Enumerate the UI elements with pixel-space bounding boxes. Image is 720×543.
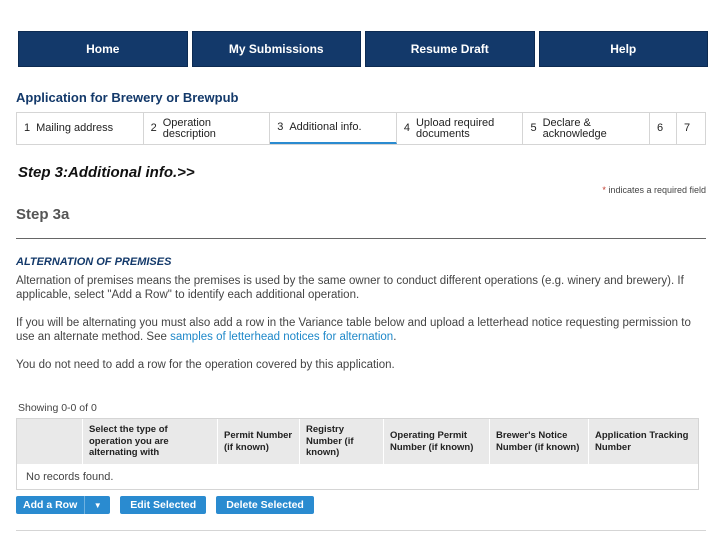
step-number: 2 [150, 122, 157, 134]
nav-help-button[interactable]: Help [538, 31, 708, 67]
alternation-table: Select the type of operation you are alt… [16, 418, 699, 490]
step-5-declare-acknowledge[interactable]: 5 Declare & acknowledge [523, 113, 651, 144]
step-number: 5 [530, 122, 537, 134]
step-label: Upload required documents [415, 116, 495, 140]
delete-selected-button[interactable]: Delete Selected [216, 496, 314, 514]
bottom-divider [16, 530, 706, 531]
section-title: ALTERNATION OF PREMISES [16, 256, 172, 268]
add-row-split-button: Add a Row ▼ [16, 496, 111, 514]
step-indicator: 1 Mailing address 2 Operation descriptio… [16, 112, 706, 145]
step-heading: Step 3:Additional info.>> [18, 164, 195, 181]
required-star: * [602, 185, 606, 195]
table-header: Select the type of operation you are alt… [17, 419, 698, 464]
step-number: 6 [657, 122, 664, 134]
alternation-instructions: If you will be alternating you must also… [16, 316, 696, 344]
step-2-operation-description[interactable]: 2 Operation description [144, 113, 271, 144]
table-actions: Add a Row ▼ Edit Selected Delete Selecte… [16, 496, 314, 514]
step-number: 4 [403, 122, 410, 134]
empty-table-message: No records found. [26, 470, 114, 483]
add-row-button[interactable]: Add a Row [16, 496, 84, 514]
application-title: Application for Brewery or Brewpub [16, 90, 239, 105]
column-header-brewers-notice-number[interactable]: Brewer's Notice Number (if known) [490, 419, 589, 464]
step-label: Mailing address [36, 122, 114, 134]
step-number: 1 [24, 122, 31, 134]
edit-selected-button[interactable]: Edit Selected [120, 496, 207, 514]
column-header-registry-number[interactable]: Registry Number (if known) [300, 419, 384, 464]
chevron-down-icon[interactable]: ▼ [84, 496, 110, 514]
step-label: Additional info. [289, 121, 362, 133]
sub-step-heading: Step 3a [16, 206, 70, 223]
alternation-description: Alternation of premises means the premis… [16, 275, 684, 301]
records-count: Showing 0-0 of 0 [18, 402, 97, 414]
nav-my-submissions-button[interactable]: My Submissions [191, 31, 361, 67]
required-field-note: * indicates a required field [602, 185, 706, 195]
column-header-application-tracking-number[interactable]: Application Tracking Number [589, 419, 698, 464]
column-header-operating-permit-number[interactable]: Operating Permit Number (if known) [384, 419, 490, 464]
nav-home-button[interactable]: Home [18, 31, 188, 67]
no-row-needed-note: You do not need to add a row for the ope… [16, 359, 395, 371]
nav-resume-draft-button[interactable]: Resume Draft [365, 31, 535, 67]
step-7[interactable]: 7 [677, 113, 705, 144]
step-number: 3 [277, 121, 284, 133]
step-6[interactable]: 6 [650, 113, 678, 144]
step-number: 7 [684, 122, 691, 134]
column-header-permit-number[interactable]: Permit Number (if known) [218, 419, 300, 464]
section-divider [16, 238, 706, 239]
step-label: Declare & acknowledge [542, 116, 607, 140]
top-navigation: Home My Submissions Resume Draft Help [18, 31, 708, 67]
instructions-end: . [393, 331, 397, 343]
step-label: Operation description [162, 116, 216, 140]
letterhead-samples-link[interactable]: samples of letterhead notices for altern… [170, 331, 393, 343]
column-header-operation-type[interactable]: Select the type of operation you are alt… [83, 419, 218, 464]
select-column-header [17, 419, 83, 464]
step-3-additional-info[interactable]: 3 Additional info. [270, 113, 397, 144]
step-4-upload-documents[interactable]: 4 Upload required documents [397, 113, 524, 144]
required-note-text: indicates a required field [608, 185, 706, 195]
step-1-mailing-address[interactable]: 1 Mailing address [17, 113, 144, 144]
